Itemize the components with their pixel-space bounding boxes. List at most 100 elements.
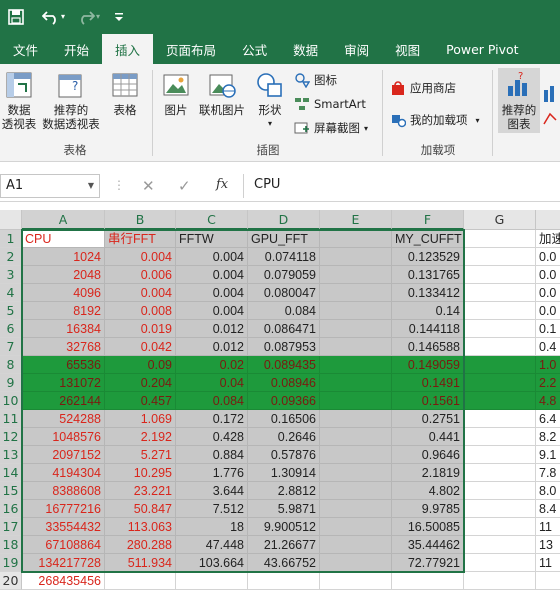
table-cell[interactable] xyxy=(464,338,536,356)
tab-1[interactable]: 开始 xyxy=(51,34,102,64)
table-cell[interactable]: 7.8 xyxy=(536,464,560,482)
name-box-dropdown-icon[interactable]: ▼ xyxy=(88,181,94,190)
table-cell[interactable]: 9.1 xyxy=(536,446,560,464)
table-cell[interactable]: 35.44462 xyxy=(392,536,464,554)
table-cell[interactable] xyxy=(320,554,392,572)
header-cell[interactable]: GPU_FFT xyxy=(248,230,320,248)
row-header[interactable]: 7 xyxy=(0,338,22,356)
customize-icon[interactable] xyxy=(114,11,124,23)
row-header[interactable]: 5 xyxy=(0,302,22,320)
table-cell[interactable]: 2.8812 xyxy=(248,482,320,500)
table-cell[interactable] xyxy=(464,248,536,266)
column-header[interactable]: E xyxy=(320,210,392,230)
table-cell[interactable]: 47.448 xyxy=(176,536,248,554)
table-cell[interactable] xyxy=(320,302,392,320)
column-header[interactable]: B xyxy=(105,210,176,230)
table-cell[interactable] xyxy=(320,428,392,446)
table-cell[interactable]: 0.006 xyxy=(105,266,176,284)
table-cell[interactable]: 0.084 xyxy=(248,302,320,320)
row-header[interactable]: 2 xyxy=(0,248,22,266)
row-header[interactable]: 11 xyxy=(0,410,22,428)
header-cell[interactable]: 加速 xyxy=(536,230,560,248)
table-cell[interactable] xyxy=(464,536,536,554)
shapes-button[interactable]: 形状 ▾ xyxy=(252,70,288,131)
table-cell[interactable] xyxy=(464,572,536,590)
row-header[interactable]: 9 xyxy=(0,374,22,392)
row-header[interactable]: 15 xyxy=(0,482,22,500)
table-cell[interactable]: 0.09 xyxy=(105,356,176,374)
table-cell[interactable]: 0.57876 xyxy=(248,446,320,464)
table-cell[interactable]: 16777216 xyxy=(22,500,105,518)
table-cell[interactable] xyxy=(464,356,536,374)
table-cell[interactable]: 33554432 xyxy=(22,518,105,536)
table-cell[interactable]: 0.133412 xyxy=(392,284,464,302)
table-cell[interactable] xyxy=(464,410,536,428)
table-cell[interactable]: 5.9871 xyxy=(248,500,320,518)
table-cell[interactable] xyxy=(464,464,536,482)
store-button[interactable]: 应用商店 xyxy=(390,80,456,96)
header-cell[interactable] xyxy=(320,230,392,248)
table-cell[interactable]: 0.172 xyxy=(176,410,248,428)
table-cell[interactable]: 9.9785 xyxy=(392,500,464,518)
table-cell[interactable]: 8388608 xyxy=(22,482,105,500)
table-cell[interactable]: 0.0 xyxy=(536,248,560,266)
table-cell[interactable]: 0.012 xyxy=(176,320,248,338)
table-cell[interactable]: 2.2 xyxy=(536,374,560,392)
row-header[interactable]: 3 xyxy=(0,266,22,284)
table-cell[interactable] xyxy=(320,284,392,302)
pivot-table-button[interactable]: 数据 透视表 xyxy=(0,70,40,131)
table-cell[interactable]: 11 xyxy=(536,554,560,572)
table-cell[interactable] xyxy=(464,428,536,446)
table-cell[interactable]: 1.0 xyxy=(536,356,560,374)
row-header[interactable]: 10 xyxy=(0,392,22,410)
table-cell[interactable]: 5.271 xyxy=(105,446,176,464)
my-addins-button[interactable]: 我的加载项 ▾ xyxy=(390,112,480,128)
table-cell[interactable]: 0.079059 xyxy=(248,266,320,284)
table-cell[interactable]: 8192 xyxy=(22,302,105,320)
table-cell[interactable]: 0.146588 xyxy=(392,338,464,356)
column-header[interactable]: A xyxy=(22,210,105,230)
table-cell[interactable]: 18 xyxy=(176,518,248,536)
table-cell[interactable]: 8.0 xyxy=(536,482,560,500)
insert-function-icon[interactable]: fx xyxy=(216,177,228,192)
table-cell[interactable]: 0.004 xyxy=(176,284,248,302)
table-cell[interactable] xyxy=(392,572,464,590)
table-cell[interactable] xyxy=(464,554,536,572)
table-cell[interactable]: 0.084 xyxy=(176,392,248,410)
table-cell[interactable]: 0.004 xyxy=(105,248,176,266)
table-cell[interactable]: 113.063 xyxy=(105,518,176,536)
table-cell[interactable]: 0.428 xyxy=(176,428,248,446)
table-cell[interactable]: 16384 xyxy=(22,320,105,338)
table-cell[interactable]: 2.192 xyxy=(105,428,176,446)
table-cell[interactable] xyxy=(464,446,536,464)
table-cell[interactable] xyxy=(320,518,392,536)
row-header[interactable]: 16 xyxy=(0,500,22,518)
table-cell[interactable]: 131072 xyxy=(22,374,105,392)
row-header[interactable]: 17 xyxy=(0,518,22,536)
table-cell[interactable] xyxy=(464,302,536,320)
table-cell[interactable]: 0.0 xyxy=(536,284,560,302)
table-cell[interactable]: 43.66752 xyxy=(248,554,320,572)
formula-content[interactable]: CPU xyxy=(254,177,280,192)
table-cell[interactable]: 0.008 xyxy=(105,302,176,320)
row-header[interactable]: 4 xyxy=(0,284,22,302)
table-cell[interactable]: 0.457 xyxy=(105,392,176,410)
recommended-charts-button[interactable]: ? 推荐的 图表 xyxy=(498,68,540,133)
column-header[interactable]: F xyxy=(392,210,464,230)
table-cell[interactable]: 0.09366 xyxy=(248,392,320,410)
table-cell[interactable]: 4.8 xyxy=(536,392,560,410)
table-cell[interactable] xyxy=(320,338,392,356)
table-cell[interactable] xyxy=(320,266,392,284)
column-header[interactable]: D xyxy=(248,210,320,230)
table-cell[interactable]: 0.16506 xyxy=(248,410,320,428)
table-cell[interactable]: 10.295 xyxy=(105,464,176,482)
table-cell[interactable]: 1.30914 xyxy=(248,464,320,482)
table-cell[interactable]: 1.069 xyxy=(105,410,176,428)
table-cell[interactable]: 0.204 xyxy=(105,374,176,392)
table-cell[interactable]: 0.086471 xyxy=(248,320,320,338)
table-cell[interactable] xyxy=(320,374,392,392)
row-header[interactable]: 12 xyxy=(0,428,22,446)
table-cell[interactable] xyxy=(320,410,392,428)
row-header[interactable]: 13 xyxy=(0,446,22,464)
row-header[interactable]: 6 xyxy=(0,320,22,338)
